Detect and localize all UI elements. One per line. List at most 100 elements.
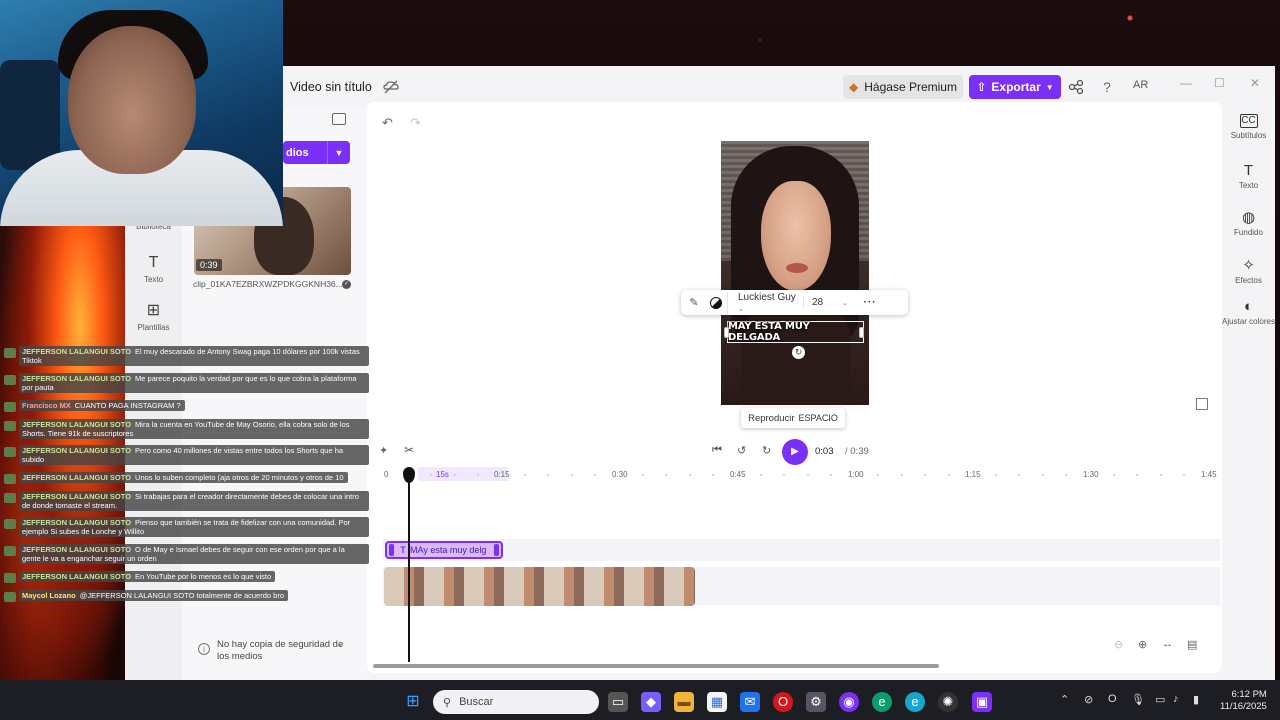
play-button[interactable]: ▶ [782, 439, 808, 465]
chat-message: JEFFERSON LALANGUI SOTO Pero como 40 mill… [0, 445, 369, 465]
resize-handle-left[interactable] [724, 327, 729, 338]
caption-text-box[interactable]: MAY ESTA MUY DELGADA [727, 321, 864, 343]
cloud-off-icon[interactable] [382, 78, 400, 96]
fit-timeline-icon[interactable]: ↔ [1162, 638, 1173, 650]
webcam-overlay [0, 0, 283, 226]
zoom-out-icon[interactable]: ⊖ [1114, 638, 1123, 651]
chatgpt-icon[interactable]: ✺ [938, 692, 958, 712]
timeline-ruler[interactable]: 0 0:15 0:30 0:45 1:00 1:15 1:30 1:45 [380, 466, 1220, 482]
premium-label: Hágase Premium [864, 80, 957, 94]
forward-5s-icon[interactable]: ↻ [762, 444, 771, 457]
text-clip-label: MAy esta muy delg [410, 545, 487, 555]
info-icon: i [198, 643, 210, 655]
rewind-5s-icon[interactable]: ↺ [737, 444, 746, 457]
settings-icon[interactable]: ⚙ [806, 692, 826, 712]
font-size-select[interactable]: 28 ⌄ [803, 297, 855, 308]
volume-icon[interactable]: ♪ [1173, 693, 1179, 705]
chat-username: JEFFERSON LALANGUI SOTO [22, 420, 132, 429]
chat-message: JEFFERSON LALANGUI SOTO O de May e Ismael… [0, 544, 369, 564]
import-media-button[interactable]: dios ▼ [283, 141, 350, 164]
task-view-icon[interactable]: ▭ [608, 692, 628, 712]
rail-item-captions[interactable]: CC Subtítulos [1222, 112, 1275, 140]
backup-notice[interactable]: i No hay copia de seguridad de los medio… [190, 636, 360, 666]
opera-icon[interactable]: O [773, 692, 793, 712]
display-icon[interactable]: ▭ [1155, 693, 1165, 706]
maximize-icon[interactable]: ☐ [1214, 76, 1225, 90]
share-icon[interactable] [1068, 79, 1084, 95]
chat-username: JEFFERSON LALANGUI SOTO [22, 545, 132, 554]
network-off-icon[interactable]: ⊘ [1084, 693, 1093, 706]
microphone-icon[interactable]: 🎙 [1131, 693, 1145, 706]
help-icon[interactable]: ? [1100, 79, 1114, 95]
video-clip[interactable] [384, 567, 695, 606]
video-title[interactable]: Video sin título [290, 80, 372, 94]
text-icon: T [1243, 162, 1254, 179]
file-explorer-icon[interactable]: ▬ [674, 692, 694, 712]
ruler-dot [877, 474, 880, 476]
chat-message-body: Francisco MX CUANTO PAGA INSTAGRAM ? [19, 400, 185, 411]
resize-handle-right[interactable] [859, 327, 864, 338]
avatar[interactable]: AR [1133, 79, 1148, 91]
windows-start-icon[interactable]: ⊞ [403, 692, 423, 712]
collapse-panel-icon[interactable] [332, 113, 346, 125]
pencil-icon[interactable]: ✎ [681, 296, 707, 309]
system-clock[interactable]: 6:12 PM 11/16/2025 [1220, 689, 1267, 713]
chat-avatar [4, 573, 16, 583]
more-options-icon[interactable]: ··· [855, 297, 885, 308]
tooltip-key: ESPACIO [798, 413, 838, 423]
chevron-up-icon[interactable]: ⌃ [337, 644, 344, 653]
clip-handle-right[interactable] [494, 544, 499, 556]
close-icon[interactable]: ✕ [1250, 76, 1260, 90]
rail-item-label: Fundido [1234, 228, 1263, 237]
timeline-layout-icon[interactable]: ▤ [1187, 638, 1197, 651]
nav-item-text[interactable]: T Texto [125, 254, 182, 284]
rail-item-fade[interactable]: ◍ Fundido [1222, 208, 1275, 237]
premium-button[interactable]: ◆ Hágase Premium [843, 75, 963, 99]
chat-avatar [4, 519, 16, 529]
tray-expand-icon[interactable]: ⌃ [1060, 693, 1069, 706]
timeline-scrollbar[interactable] [373, 664, 939, 668]
rail-item-effects[interactable]: ✧ Efectos [1222, 256, 1275, 285]
skip-back-icon[interactable]: ⏮ [712, 444, 722, 457]
redo-icon[interactable]: ↷ [410, 115, 421, 131]
ruler-label: 1:15 [965, 470, 981, 479]
font-select[interactable]: Luckiest Guy ⌄ [727, 291, 803, 314]
store-icon[interactable]: ▦ [707, 692, 727, 712]
nav-item-templates[interactable]: ⊞ Plantillas [125, 300, 182, 332]
edge-dev-icon[interactable]: e [905, 692, 925, 712]
export-button[interactable]: ⇧ Exportar ▼ [969, 75, 1061, 99]
video-preview[interactable] [721, 141, 869, 405]
ruler-dot [1159, 474, 1162, 476]
outlook-icon[interactable]: ✉ [740, 692, 760, 712]
chat-text: CUANTO PAGA INSTAGRAM ? [74, 401, 181, 410]
chat-message: JEFFERSON LALANGUI SOTO Mira la cuenta en… [0, 419, 369, 439]
edge-icon[interactable]: e [872, 692, 892, 712]
battery-icon[interactable]: ▮ [1193, 693, 1199, 706]
caption-text[interactable]: MAY ESTA MUY DELGADA [728, 321, 863, 343]
ruler-dot [453, 474, 456, 476]
playhead[interactable] [408, 474, 410, 662]
opera-tray-icon[interactable]: O [1108, 693, 1117, 705]
taskbar-search[interactable]: ⚲ Buscar [433, 690, 599, 714]
rail-item-text[interactable]: T Texto [1222, 162, 1275, 190]
zoom-in-icon[interactable]: ⊕ [1138, 638, 1147, 651]
chat-message-body: JEFFERSON LALANGUI SOTO Pienso que tambié… [19, 517, 369, 537]
clipchamp-icon[interactable]: ▣ [972, 692, 992, 712]
clock-time: 6:12 PM [1231, 689, 1267, 700]
copilot-icon[interactable]: ◆ [641, 692, 661, 712]
scissors-icon[interactable]: ✂ [404, 443, 414, 457]
clip-handle-left[interactable] [389, 544, 394, 556]
rotate-icon[interactable]: ↻ [792, 346, 805, 359]
rail-item-label: Texto [1238, 181, 1259, 190]
rail-item-adjust-colors[interactable]: ◐ Ajustar colores [1222, 299, 1275, 327]
undo-icon[interactable]: ↶ [382, 115, 393, 131]
fullscreen-icon[interactable] [1196, 398, 1208, 410]
minimize-icon[interactable]: — [1180, 76, 1192, 90]
preview-subject-face [761, 181, 831, 291]
chevron-down-icon[interactable]: ▼ [328, 148, 350, 158]
text-clip[interactable]: T MAy esta muy delg [385, 541, 503, 559]
magic-wand-icon[interactable]: ✦ [379, 444, 388, 457]
text-color-icon[interactable] [710, 296, 722, 309]
app-icon[interactable]: ◉ [839, 692, 859, 712]
clip-duration: 0:39 [196, 259, 222, 271]
